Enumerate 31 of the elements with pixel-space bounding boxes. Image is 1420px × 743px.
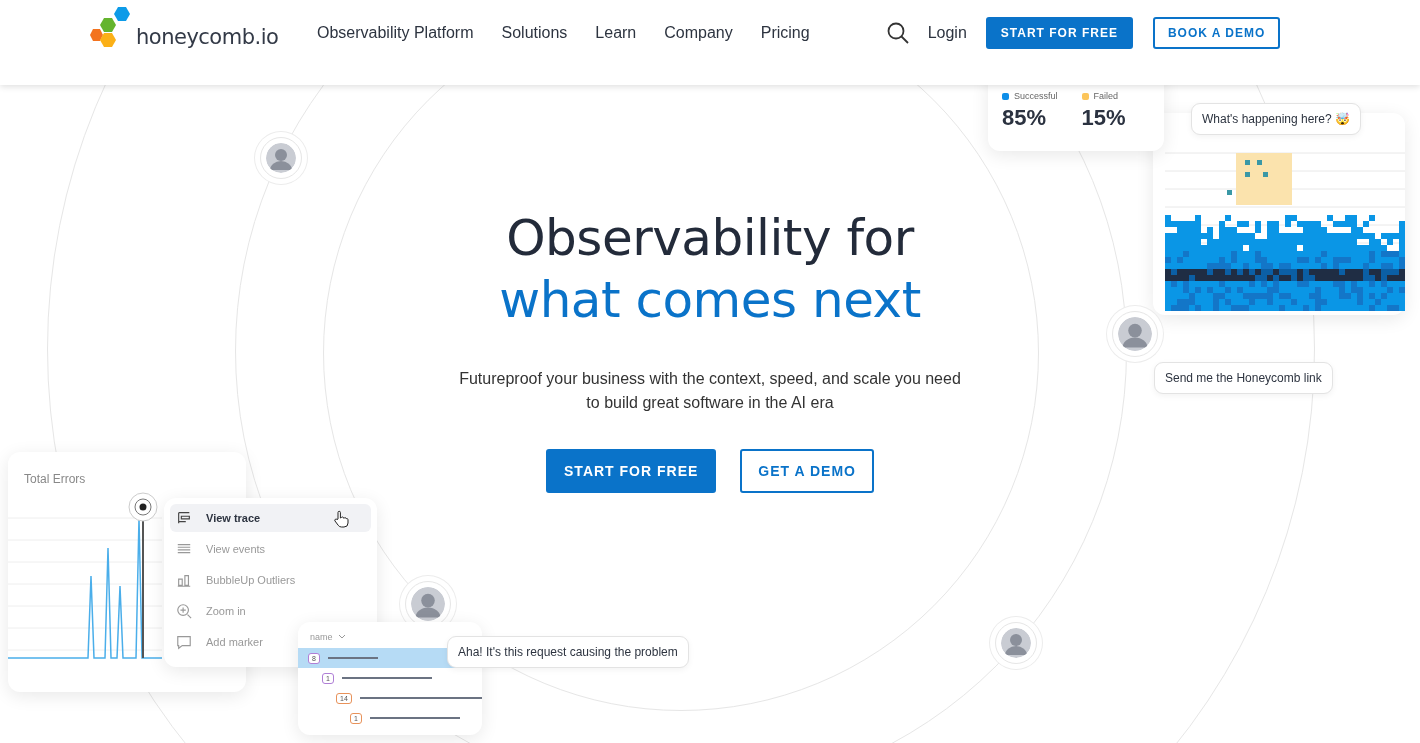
bubbleup-icon bbox=[176, 572, 192, 588]
column-header: name bbox=[310, 632, 333, 642]
book-demo-button[interactable]: BOOK A DEMO bbox=[1152, 16, 1281, 49]
start-for-free-button[interactable]: START FOR FREE bbox=[546, 449, 717, 493]
get-demo-button[interactable]: GET A DEMO bbox=[740, 449, 874, 493]
chat-bubble: What's happening here? 🤯 bbox=[1191, 103, 1362, 135]
stat-value: 15% bbox=[1081, 105, 1126, 131]
legend-label: Failed bbox=[1093, 91, 1119, 101]
nav-link[interactable]: Learn bbox=[595, 23, 637, 42]
stat-value: 85% bbox=[1002, 105, 1048, 131]
chat-bubble: Send me the Honeycomb link bbox=[1154, 362, 1333, 394]
nav-link[interactable]: Company bbox=[664, 23, 733, 42]
legend-label: Successful bbox=[1014, 91, 1058, 101]
login-link[interactable]: Login bbox=[927, 23, 967, 42]
search-icon[interactable] bbox=[886, 21, 909, 44]
menu-item[interactable]: View trace bbox=[170, 504, 371, 532]
nav-link[interactable]: Solutions bbox=[501, 23, 568, 42]
hero-subtitle: Futureproof your business with the context, speed, and scale you need to build great software in the AI era bbox=[458, 369, 962, 413]
hero-title: Observability for bbox=[506, 208, 914, 269]
zoom-icon bbox=[176, 603, 192, 619]
hand-pointer-icon bbox=[333, 510, 349, 528]
chevron-down-icon bbox=[337, 634, 346, 640]
start-for-free-button[interactable]: START FOR FREE bbox=[985, 16, 1133, 49]
marker-icon bbox=[176, 634, 192, 650]
chat-bubble: Aha! It's this request causing the problem bbox=[447, 636, 689, 668]
trace-icon bbox=[176, 510, 192, 526]
nav-link[interactable]: Observability Platform bbox=[317, 23, 474, 42]
hero-title-highlight: what comes next bbox=[499, 270, 921, 331]
nav-link[interactable]: Pricing bbox=[760, 23, 810, 42]
honeycomb-logo[interactable]: honeycomb.io bbox=[90, 6, 317, 49]
chart-title: Total Errors bbox=[24, 472, 86, 486]
